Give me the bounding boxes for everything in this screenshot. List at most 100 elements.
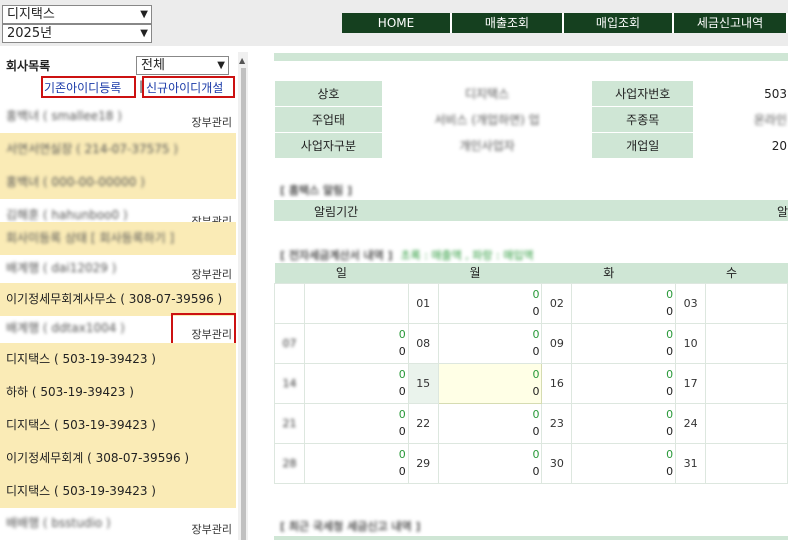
- highlight-box: [41, 76, 136, 98]
- list-item[interactable]: 배배행 ( bsstudio ) 장부관리: [0, 507, 236, 540]
- label-biz-category: 사업자구분: [274, 132, 383, 159]
- calendar-day[interactable]: 08: [407, 322, 439, 364]
- list-item[interactable]: 홍백녀 ( 000-00-00000 ): [0, 166, 236, 199]
- sales-amount: 0: [532, 368, 540, 381]
- chevron-down-icon: ▼: [140, 9, 148, 20]
- ledger-button[interactable]: 장부관리: [192, 513, 232, 546]
- invoice-calendar: 일 월 화 수 01 0 0 02 0 0 03 07 0 0 08 0 0 09 0 0 10 14 0 0 15 0 0…: [274, 263, 788, 484]
- calendar-day[interactable]: 24: [675, 402, 707, 444]
- calendar-day[interactable]: 22: [407, 402, 439, 444]
- calendar-amounts: 00: [303, 362, 409, 404]
- label-business-type: 주업태: [274, 106, 383, 133]
- section-title: [ 전자세금계산서 내역 ] 초록 : 매출액 , 파랑 : 매입액: [280, 249, 534, 262]
- sales-amount: 0: [666, 408, 674, 421]
- filter-select[interactable]: 전체 ▼: [136, 56, 229, 75]
- company-info-table: 상호 디지택스 사업자번호 503 주업태 서비스 (개업하면) 업 주종목 온…: [274, 80, 788, 159]
- sales-amount: 0: [398, 328, 406, 341]
- calendar-day[interactable]: 16: [541, 362, 573, 404]
- calendar-day[interactable]: 15: [407, 362, 439, 404]
- purchase-amount: 0: [532, 465, 540, 478]
- calendar-week: 01 0 0 02 0 0 03: [274, 282, 788, 324]
- calendar-amounts: [705, 442, 788, 484]
- scrollbar-thumb[interactable]: [241, 68, 246, 540]
- list-item[interactable]: 디지택스 ( 503-19-39423 ): [0, 409, 236, 442]
- purchase-amount: 0: [398, 465, 406, 478]
- list-item[interactable]: 디지택스 ( 503-19-39423 ): [0, 343, 236, 376]
- purchase-amount: 0: [532, 345, 540, 358]
- calendar-day[interactable]: 29: [407, 442, 439, 484]
- nav-tax-report[interactable]: 세금신고내역: [674, 13, 788, 33]
- label-open-date: 개업일: [591, 132, 695, 159]
- list-item[interactable]: 홍백녀 ( smallee18 ) 장부관리: [0, 100, 236, 133]
- calendar-amounts: [705, 402, 788, 444]
- value-open-date: 20: [693, 132, 788, 159]
- list-item[interactable]: 디지택스 ( 503-19-39423 ): [0, 475, 236, 508]
- section-title: [ 홈택스 알림 ]: [280, 184, 353, 197]
- nav-sales[interactable]: 매출조회: [452, 13, 564, 33]
- sales-amount: 0: [666, 328, 674, 341]
- legend-text: 초록 : 매출액 , 파랑 : 매입액: [400, 249, 534, 262]
- calendar-day[interactable]: 31: [675, 442, 707, 484]
- purchase-amount: 0: [532, 385, 540, 398]
- list-item[interactable]: 배계행 ( dai12029 ) 장부관리: [0, 252, 236, 285]
- list-item[interactable]: 이기정세무회계 ( 308-07-39596 ): [0, 442, 236, 475]
- alert-period-value: 알: [776, 205, 788, 219]
- alert-period-label: 알림기간: [314, 205, 359, 219]
- calendar-amounts: 00: [571, 362, 677, 404]
- chevron-down-icon: ▼: [140, 28, 148, 39]
- calendar-amounts: 00: [437, 402, 543, 444]
- calendar-header-tue: 화: [541, 263, 676, 283]
- purchase-amount: 0: [398, 425, 406, 438]
- calendar-week: 07 0 0 08 0 0 09 0 0 10: [274, 322, 788, 364]
- calendar-amounts: 00: [571, 442, 677, 484]
- calendar-day[interactable]: 17: [675, 362, 707, 404]
- calendar-day[interactable]: 14: [274, 362, 305, 404]
- purchase-amount: 0: [398, 385, 406, 398]
- sales-amount: 0: [532, 288, 540, 301]
- calendar-day[interactable]: 10: [675, 322, 707, 364]
- nav-home[interactable]: HOME: [342, 13, 452, 33]
- calendar-day[interactable]: 23: [541, 402, 573, 444]
- list-item[interactable]: 서연서연실장 ( 214-07-37575 ): [0, 133, 236, 166]
- value-business-item: 온라인: [753, 113, 787, 127]
- calendar-day[interactable]: 28: [274, 442, 305, 484]
- calendar-day[interactable]: 02: [541, 282, 573, 324]
- calendar-amounts: 00: [571, 282, 677, 324]
- sales-amount: 0: [532, 328, 540, 341]
- sales-amount: 0: [398, 368, 406, 381]
- sales-amount: 0: [398, 448, 406, 461]
- value-biz-category: 개인사업자: [459, 139, 515, 153]
- calendar-day[interactable]: 09: [541, 322, 573, 364]
- sales-amount: 0: [666, 288, 674, 301]
- list-item[interactable]: 하하 ( 503-19-39423 ): [0, 376, 236, 409]
- company-select[interactable]: 디지택스 ▼: [2, 5, 152, 24]
- calendar-amounts: 00: [571, 402, 677, 444]
- label-biz-number: 사업자번호: [591, 80, 695, 107]
- calendar-day[interactable]: [274, 282, 305, 324]
- calendar-day[interactable]: 07: [274, 322, 305, 364]
- purchase-amount: 0: [666, 465, 674, 478]
- purchase-amount: 0: [532, 305, 540, 318]
- calendar-header-sun: 일: [274, 263, 409, 283]
- purchase-amount: 0: [398, 345, 406, 358]
- scroll-up-icon[interactable]: ▲: [239, 56, 245, 65]
- calendar-amounts: 00: [437, 362, 543, 404]
- purchase-amount: 0: [666, 425, 674, 438]
- calendar-amounts: 00: [303, 442, 409, 484]
- purchase-amount: 0: [666, 305, 674, 318]
- calendar-amounts: [303, 282, 409, 324]
- sales-amount: 0: [532, 448, 540, 461]
- calendar-day[interactable]: 30: [541, 442, 573, 484]
- chevron-down-icon: ▼: [217, 60, 225, 71]
- calendar-day[interactable]: 21: [274, 402, 305, 444]
- nav-purchases[interactable]: 매입조회: [564, 13, 674, 33]
- calendar-day[interactable]: 01: [407, 282, 439, 324]
- sales-amount: 0: [666, 368, 674, 381]
- calendar-day[interactable]: 03: [675, 282, 707, 324]
- purchase-amount: 0: [666, 385, 674, 398]
- list-item[interactable]: 회사미등록 상태 [ 회사등록하기 ]: [0, 222, 236, 255]
- value-business-type: 서비스 (개업하면) 업: [434, 113, 540, 127]
- purchase-amount: 0: [666, 345, 674, 358]
- calendar-amounts: 00: [303, 402, 409, 444]
- year-select[interactable]: 2025년 ▼: [2, 24, 152, 43]
